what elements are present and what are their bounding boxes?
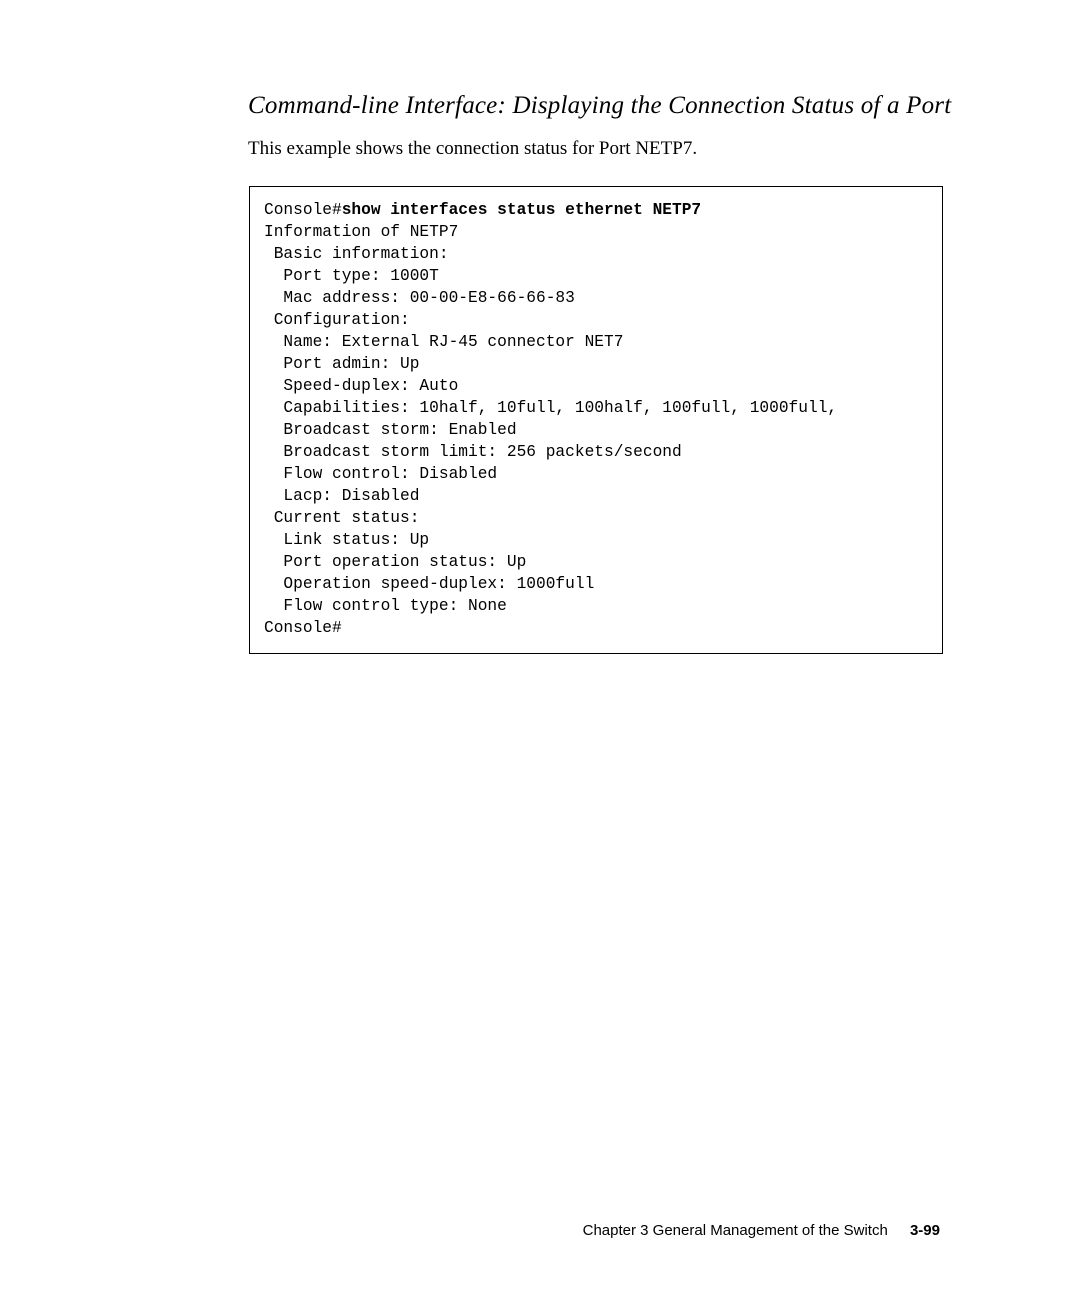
console-line: Speed-duplex: Auto <box>264 377 458 395</box>
console-line: Lacp: Disabled <box>264 487 419 505</box>
console-line: Link status: Up <box>264 531 429 549</box>
console-output-box: Console#show interfaces status ethernet … <box>249 186 943 654</box>
console-line: Mac address: 00-00-E8-66-66-83 <box>264 289 575 307</box>
console-line: Port type: 1000T <box>264 267 439 285</box>
console-line: Name: External RJ-45 connector NET7 <box>264 333 623 351</box>
console-line: Basic information: <box>264 245 449 263</box>
page-footer: Chapter 3 General Management of the Swit… <box>583 1222 940 1239</box>
section-heading: Command-line Interface: Displaying the C… <box>248 92 951 120</box>
console-line: Port admin: Up <box>264 355 419 373</box>
console-line: Information of NETP7 <box>264 223 458 241</box>
console-line: Broadcast storm: Enabled <box>264 421 517 439</box>
console-line: Capabilities: 10half, 10full, 100half, 1… <box>264 399 837 417</box>
console-line: Configuration: <box>264 311 410 329</box>
console-prompt: Console# <box>264 619 342 637</box>
footer-chapter: Chapter 3 General Management of the Swit… <box>583 1222 888 1239</box>
page: Command-line Interface: Displaying the C… <box>0 0 1080 1296</box>
footer-page-number: 3-99 <box>910 1222 940 1239</box>
console-line: Current status: <box>264 509 419 527</box>
console-prompt: Console# <box>264 201 342 219</box>
console-line: Operation speed-duplex: 1000full <box>264 575 594 593</box>
console-line: Port operation status: Up <box>264 553 526 571</box>
console-command: show interfaces status ethernet NETP7 <box>342 201 701 219</box>
intro-text: This example shows the connection status… <box>248 138 697 160</box>
console-line: Broadcast storm limit: 256 packets/secon… <box>264 443 682 461</box>
console-line: Flow control: Disabled <box>264 465 497 483</box>
console-line: Flow control type: None <box>264 597 507 615</box>
